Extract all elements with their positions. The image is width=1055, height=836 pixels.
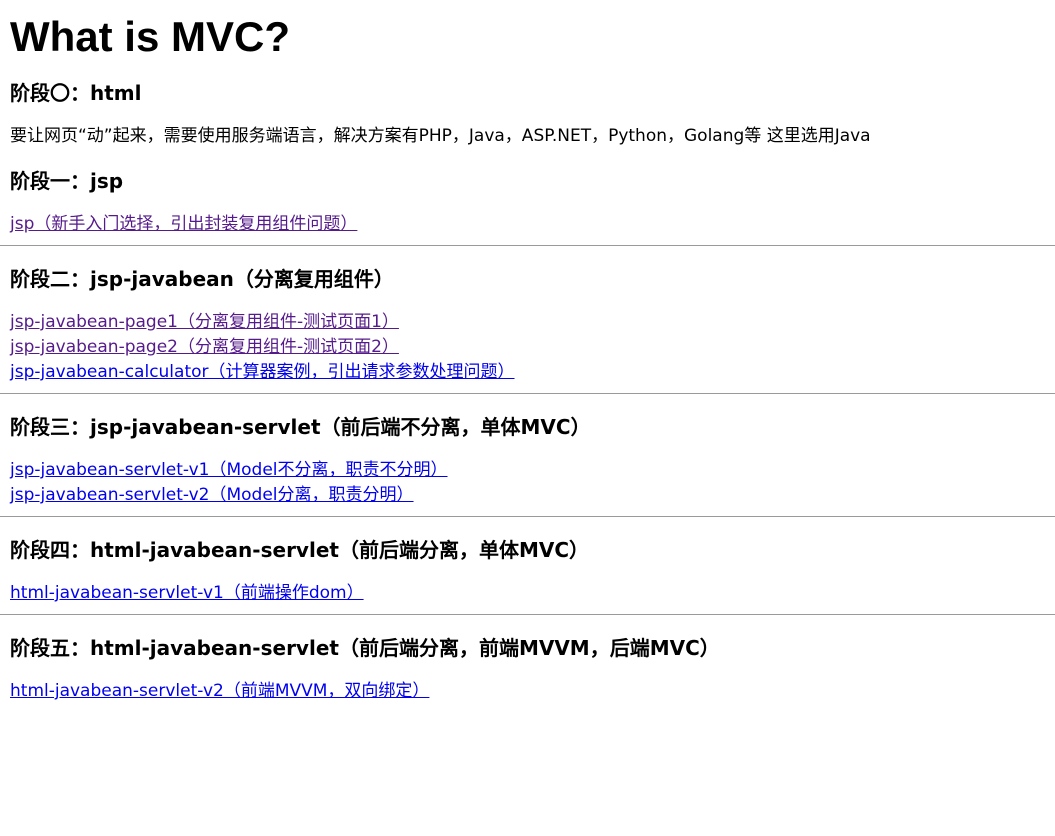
stage-2-links: jsp-javabean-page1（分离复用组件-测试页面1） jsp-jav… — [10, 310, 1045, 385]
page-title: What is MVC? — [10, 13, 290, 60]
stage-0-description: 要让网页“动”起来，需要使用服务端语言，解决方案有PHP，Java，ASP.NE… — [10, 126, 871, 146]
divider — [0, 614, 1055, 615]
jsp-javabean-servlet-v1-link[interactable]: jsp-javabean-servlet-v1（Model不分离，职责不分明） — [10, 458, 1045, 483]
stage-2-heading: 阶段二：jsp-javabean（分离复用组件） — [10, 267, 394, 291]
page-content: What is MVC? 阶段〇：html 要让网页“动”起来，需要使用服务端语… — [0, 0, 1055, 704]
jsp-javabean-servlet-v2-link[interactable]: jsp-javabean-servlet-v2（Model分离，职责分明） — [10, 483, 1045, 508]
stage-1-heading: 阶段一：jsp — [10, 169, 124, 193]
jsp-link[interactable]: jsp（新手入门选择，引出封装复用组件问题） — [10, 212, 1045, 237]
stage-3-links: jsp-javabean-servlet-v1（Model不分离，职责不分明） … — [10, 458, 1045, 508]
stage-5-links: html-javabean-servlet-v2（前端MVVM，双向绑定） — [10, 679, 1045, 704]
stage-3-heading: 阶段三：jsp-javabean-servlet（前后端不分离，单体MVC） — [10, 415, 591, 439]
html-javabean-servlet-v2-link[interactable]: html-javabean-servlet-v2（前端MVVM，双向绑定） — [10, 679, 1045, 704]
html-javabean-servlet-v1-link[interactable]: html-javabean-servlet-v1（前端操作dom） — [10, 581, 1045, 606]
stage-0-heading: 阶段〇：html — [10, 81, 142, 105]
divider — [0, 516, 1055, 517]
stage-1-links: jsp（新手入门选择，引出封装复用组件问题） — [10, 212, 1045, 237]
stage-4-heading: 阶段四：html-javabean-servlet（前后端分离，单体MVC） — [10, 538, 590, 562]
jsp-javabean-page1-link[interactable]: jsp-javabean-page1（分离复用组件-测试页面1） — [10, 310, 1045, 335]
divider — [0, 245, 1055, 246]
jsp-javabean-page2-link[interactable]: jsp-javabean-page2（分离复用组件-测试页面2） — [10, 335, 1045, 360]
jsp-javabean-calculator-link[interactable]: jsp-javabean-calculator（计算器案例，引出请求参数处理问题… — [10, 360, 1045, 385]
divider — [0, 393, 1055, 394]
stage-5-heading: 阶段五：html-javabean-servlet（前后端分离，前端MVVM，后… — [10, 636, 720, 660]
stage-4-links: html-javabean-servlet-v1（前端操作dom） — [10, 581, 1045, 606]
